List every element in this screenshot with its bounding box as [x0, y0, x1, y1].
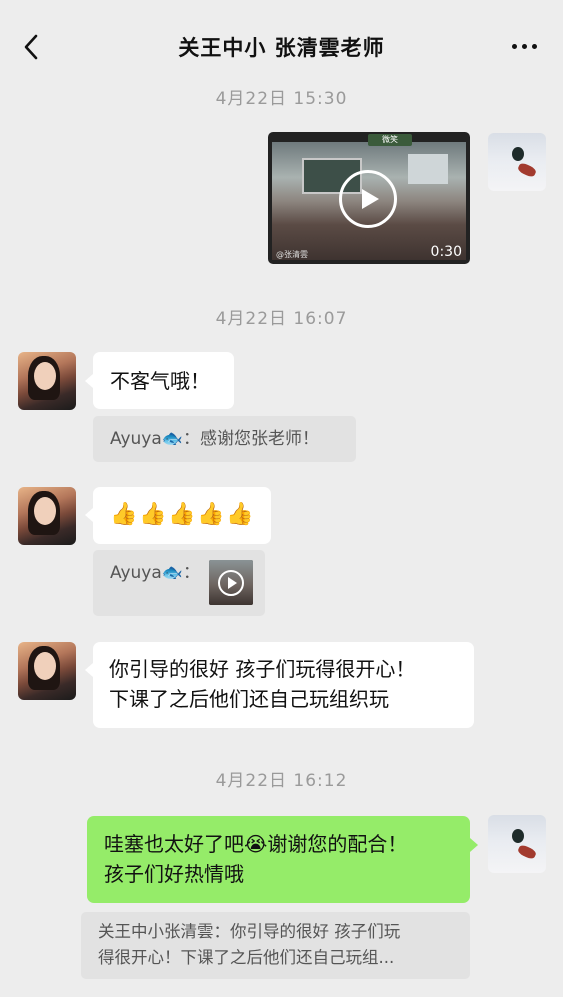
play-icon[interactable] [339, 170, 397, 228]
avatar-self[interactable] [488, 133, 546, 191]
quoted-message[interactable]: 关王中小张清雲：你引导的很好 孩子们玩 得很开心！下课了之后他们还自己玩组... [81, 912, 470, 979]
play-icon [218, 570, 244, 596]
quoted-text-line: 关王中小张清雲：你引导的很好 孩子们玩 [98, 922, 401, 941]
timestamp: 4月22日 15:30 [215, 89, 348, 109]
thumbs-up-icon: 👍 [226, 502, 254, 527]
video-badge: 微笑 [368, 134, 412, 146]
message-bubble[interactable]: 你引导的很好 孩子们玩得很开心！ 下课了之后他们还自己玩组织玩 [93, 642, 474, 728]
more-button[interactable] [508, 37, 540, 55]
more-dots-icon [511, 43, 537, 49]
quoted-message[interactable]: Ayuya🐟：感谢您张老师！ [93, 416, 356, 462]
message-text: 哇塞也太好了吧 [104, 832, 244, 856]
quoted-sender: Ayuya🐟： [110, 563, 200, 583]
timestamp: 4月22日 16:07 [215, 309, 348, 329]
video-duration: 0:30 [430, 244, 462, 260]
quoted-text-line: 得很开心！下课了之后他们还自己玩组... [98, 948, 395, 967]
quoted-video-thumbnail[interactable] [209, 560, 253, 605]
message-text-line: 孩子们好热情哦 [104, 862, 244, 886]
thumbs-up-icon: 👍 [197, 502, 225, 527]
thumbs-up-icon: 👍 [110, 502, 138, 527]
message-text-line: 下课了之后他们还自己玩组织玩 [109, 687, 389, 711]
chat-title: 关王中小 张清雲老师 [178, 36, 385, 60]
video-user: @张清雲 [276, 250, 308, 259]
avatar-contact[interactable] [18, 352, 76, 410]
message-text-line: 你引导的很好 孩子们玩得很开心！ [109, 657, 416, 681]
thumbs-up-icon: 👍 [168, 502, 196, 527]
video-message[interactable]: 微笑 @张清雲 0:30 [268, 132, 470, 264]
crying-emoji-icon: 😭 [244, 832, 268, 856]
message-bubble[interactable]: 不客气哦！ [93, 352, 234, 409]
chat-header: 关王中小 张清雲老师 [0, 0, 563, 80]
avatar-self[interactable] [488, 815, 546, 873]
avatar-contact[interactable] [18, 642, 76, 700]
message-bubble-sent[interactable]: 哇塞也太好了吧😭谢谢您的配合！ 孩子们好热情哦 [87, 816, 470, 903]
message-text: 谢谢您的配合！ [267, 832, 408, 856]
emoji-message[interactable]: 👍 👍 👍 👍 👍 [93, 487, 271, 544]
timestamp: 4月22日 16:12 [215, 771, 348, 791]
avatar-contact[interactable] [18, 487, 76, 545]
thumbs-up-icon: 👍 [139, 502, 167, 527]
